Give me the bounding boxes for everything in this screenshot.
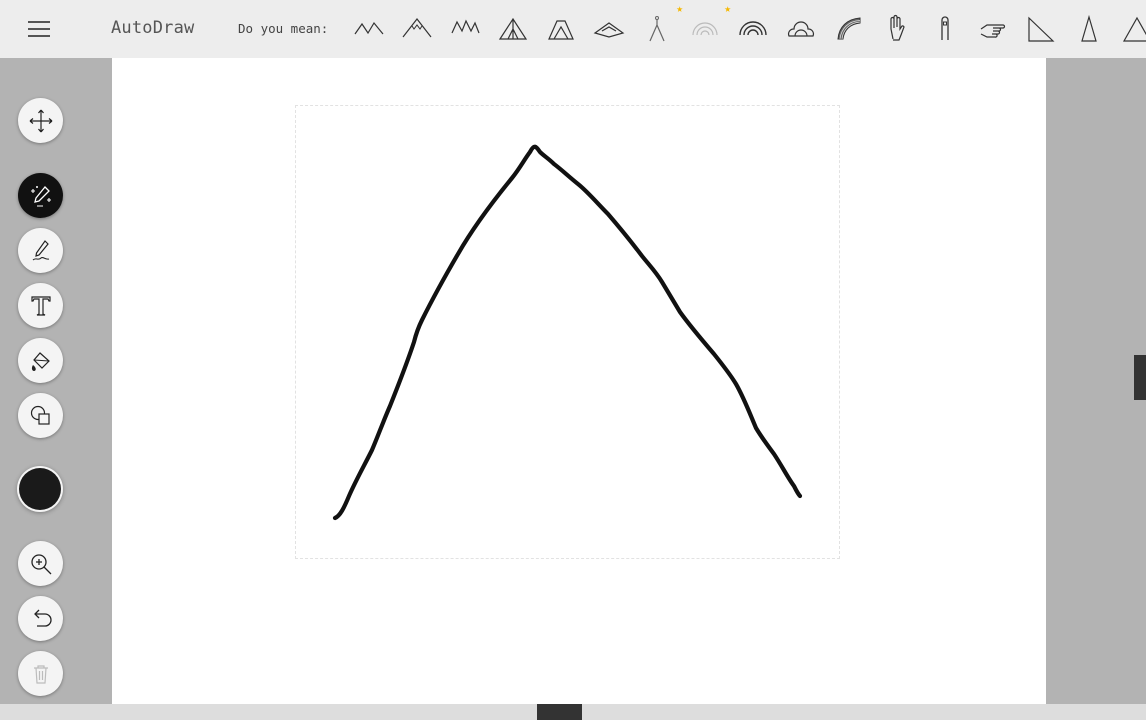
shapes-icon bbox=[30, 405, 50, 425]
text-tool-button[interactable] bbox=[18, 283, 63, 328]
suggestion-tent[interactable] bbox=[493, 9, 533, 49]
suggestion-striped-rainbow[interactable] bbox=[829, 9, 869, 49]
mountain-range-suggestion-icon bbox=[451, 19, 480, 34]
tall-triangle-suggestion-icon bbox=[1081, 14, 1097, 42]
suggestion-rainbow-outline[interactable]: ★ bbox=[685, 3, 731, 49]
color-picker-button[interactable] bbox=[19, 468, 61, 510]
suggestion-camping-tent[interactable] bbox=[541, 9, 581, 49]
camping-tent-suggestion-icon bbox=[548, 20, 574, 40]
rainbow-cloud-suggestion-icon bbox=[787, 21, 815, 37]
snowy-mountain-suggestion-icon bbox=[402, 18, 432, 38]
wishbone-suggestion-icon bbox=[649, 16, 665, 42]
text-icon bbox=[30, 295, 51, 316]
hamburger-line bbox=[28, 28, 50, 30]
trash-icon bbox=[33, 664, 48, 684]
undo-button[interactable] bbox=[18, 596, 63, 641]
fill-tool-button[interactable] bbox=[18, 338, 63, 383]
triangle-suggestion-icon bbox=[1122, 16, 1146, 42]
zoom-button[interactable] bbox=[18, 541, 63, 586]
vertical-scrollbar-thumb[interactable] bbox=[1134, 355, 1146, 400]
suggestion-triangle[interactable] bbox=[1117, 9, 1146, 49]
suggestion-finger[interactable] bbox=[925, 9, 965, 49]
draw-tool-button[interactable] bbox=[18, 228, 63, 273]
undo-icon bbox=[33, 609, 52, 627]
hamburger-line bbox=[28, 35, 50, 37]
suggestion-tall-triangle[interactable] bbox=[1069, 9, 1109, 49]
horizontal-scrollbar-thumb[interactable] bbox=[537, 704, 582, 720]
suggestion-pointing-hand[interactable] bbox=[973, 9, 1013, 49]
autodraw-tool-button[interactable] bbox=[18, 173, 63, 218]
move-arrows-icon bbox=[29, 109, 52, 132]
paint-bucket-icon bbox=[31, 351, 50, 371]
rainbow-outline-suggestion-icon bbox=[692, 22, 718, 36]
pen-icon bbox=[32, 239, 49, 260]
app-title: AutoDraw bbox=[111, 18, 195, 38]
suggestion-hand[interactable] bbox=[877, 9, 917, 49]
pyramid-tent-suggestion-icon bbox=[593, 22, 625, 38]
finger-suggestion-icon bbox=[941, 16, 949, 40]
star-icon: ★ bbox=[724, 2, 731, 15]
suggestion-right-triangle[interactable] bbox=[1021, 9, 1061, 49]
menu-button[interactable] bbox=[24, 14, 54, 44]
mountain-suggestion-icon bbox=[354, 21, 384, 35]
hamburger-menu-icon bbox=[28, 21, 50, 23]
drawing-canvas[interactable] bbox=[112, 58, 1046, 704]
right-triangle-suggestion-icon bbox=[1028, 16, 1055, 42]
select-tool-button[interactable] bbox=[18, 98, 63, 143]
suggestion-mountain-range[interactable] bbox=[445, 9, 485, 49]
hand-suggestion-icon bbox=[890, 14, 905, 41]
rainbow-suggestion-icon bbox=[739, 21, 767, 36]
zoom-in-icon bbox=[30, 553, 51, 574]
suggestion-pyramid-tent[interactable] bbox=[589, 9, 629, 49]
pointing-hand-suggestion-icon bbox=[980, 24, 1006, 38]
suggestion-wishbone[interactable]: ★ bbox=[637, 3, 683, 49]
suggestion-snowy-mountain[interactable] bbox=[397, 9, 437, 49]
suggestion-mountain[interactable] bbox=[349, 9, 389, 49]
tent-suggestion-icon bbox=[498, 17, 528, 40]
suggestions-label: Do you mean: bbox=[238, 21, 329, 36]
delete-button[interactable] bbox=[18, 651, 63, 696]
drawn-stroke bbox=[332, 144, 803, 521]
top-toolbar: AutoDraw Do you mean: ★ ★ bbox=[0, 0, 1146, 58]
shape-tool-button[interactable] bbox=[18, 393, 63, 438]
star-icon: ★ bbox=[676, 2, 683, 15]
tool-sidebar bbox=[0, 58, 112, 704]
suggestion-rainbow-cloud[interactable] bbox=[781, 9, 821, 49]
suggestion-rainbow[interactable] bbox=[733, 9, 773, 49]
striped-rainbow-suggestion-icon bbox=[837, 17, 861, 40]
magic-pen-icon bbox=[30, 185, 51, 206]
